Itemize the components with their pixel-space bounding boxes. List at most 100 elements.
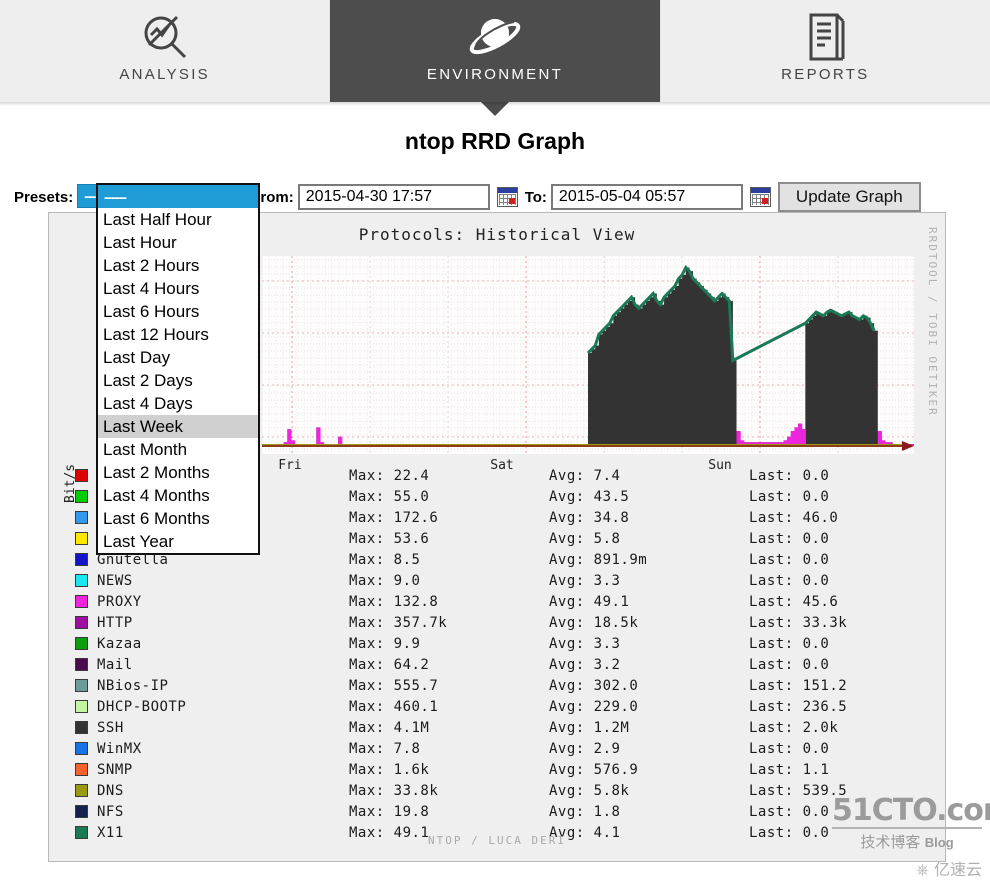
stat-row: Max: 172.6 Avg: 34.8 Last: 46.0 <box>349 507 909 528</box>
presets-dropdown-list[interactable]: ------ Last Half Hour Last Hour Last 2 Hou… <box>96 183 260 555</box>
stat-max: Max: 8.5 <box>349 551 421 568</box>
stat-max: Max: 22.4 <box>349 467 430 484</box>
presets-option[interactable]: Last 2 Hours <box>98 254 258 277</box>
from-calendar-icon[interactable] <box>496 187 518 207</box>
stat-avg: Avg: 891.9m <box>549 551 648 568</box>
legend-color-swatch <box>75 574 88 587</box>
nav-tab-environment[interactable]: ENVIRONMENT <box>330 0 661 116</box>
presets-option[interactable]: Last Half Hour <box>98 208 258 231</box>
legend-row: DNS <box>75 780 375 801</box>
stat-max: Max: 1.6k <box>349 761 430 778</box>
stat-max: Max: 132.8 <box>349 593 439 610</box>
presets-option[interactable]: Last Year <box>98 530 258 553</box>
stat-avg: Avg: 576.9 <box>549 761 639 778</box>
legend-color-swatch <box>75 805 88 818</box>
legend-row: NFS <box>75 801 375 822</box>
legend-row: NBios-IP <box>75 675 375 696</box>
from-date-input[interactable] <box>297 184 490 210</box>
presets-option[interactable]: Last 4 Hours <box>98 277 258 300</box>
update-graph-button[interactable]: Update Graph <box>777 182 921 212</box>
stat-max: Max: 357.7k <box>349 614 448 631</box>
stat-last: Last: 0.0 <box>749 530 830 547</box>
legend-protocol-label: NEWS <box>97 572 133 589</box>
stat-avg: Avg: 3.3 <box>549 572 621 589</box>
site-watermark-yisuyun: ⎈ 亿速云 <box>832 856 982 880</box>
nav-tab-analysis[interactable]: ANALYSIS <box>0 0 331 102</box>
nav-tab-analysis-label: ANALYSIS <box>119 66 210 83</box>
calendar-header <box>497 188 517 193</box>
to-calendar-icon[interactable] <box>749 187 771 207</box>
legend-row: DHCP-BOOTP <box>75 696 375 717</box>
stat-last: Last: 1.1 <box>749 761 830 778</box>
legend-protocol-label: Mail <box>97 656 133 673</box>
graph-statistics: Max: 22.4 Avg: 7.4 Last: 0.0 Max: 55.0 Avg: … <box>349 465 909 843</box>
to-date-input[interactable] <box>550 184 743 210</box>
presets-option[interactable]: Last 6 Hours <box>98 300 258 323</box>
stat-max: Max: 19.8 <box>349 803 430 820</box>
legend-protocol-label: SSH <box>97 719 124 736</box>
legend-row: HTTP <box>75 612 375 633</box>
stat-avg: Avg: 229.0 <box>549 698 639 715</box>
presets-option[interactable]: Last 6 Months <box>98 507 258 530</box>
presets-option[interactable]: Last 4 Months <box>98 484 258 507</box>
legend-color-swatch <box>75 616 88 629</box>
presets-option[interactable]: Last 2 Days <box>98 369 258 392</box>
stat-last: Last: 45.6 <box>749 593 839 610</box>
legend-row: SNMP <box>75 759 375 780</box>
presets-option[interactable]: Last Day <box>98 346 258 369</box>
stat-row: Max: 460.1 Avg: 229.0 Last: 236.5 <box>349 696 909 717</box>
main-navigation: ANALYSIS ENVIRONMENT REPORTS <box>0 0 990 116</box>
stat-last: Last: 46.0 <box>749 509 839 526</box>
stat-row: Max: 8.5 Avg: 891.9m Last: 0.0 <box>349 549 909 570</box>
stat-max: Max: 55.0 <box>349 488 430 505</box>
stat-avg: Avg: 5.8k <box>549 782 630 799</box>
legend-protocol-label: PROXY <box>97 593 142 610</box>
presets-option[interactable]: Last Week <box>98 415 258 438</box>
legend-protocol-label: WinMX <box>97 740 142 757</box>
stat-avg: Avg: 2.9 <box>549 740 621 757</box>
presets-option[interactable]: Last 4 Days <box>98 392 258 415</box>
stat-last: Last: 2.0k <box>749 719 839 736</box>
legend-color-swatch <box>75 784 88 797</box>
stat-max: Max: 53.6 <box>349 530 430 547</box>
stat-row: Max: 33.8k Avg: 5.8k Last: 539.5 <box>349 780 909 801</box>
stat-row: Max: 9.9 Avg: 3.3 Last: 0.0 <box>349 633 909 654</box>
stat-avg: Avg: 7.4 <box>549 467 621 484</box>
stat-max: Max: 9.0 <box>349 572 421 589</box>
stat-row: Max: 9.0 Avg: 3.3 Last: 0.0 <box>349 570 909 591</box>
stat-row: Max: 22.4 Avg: 7.4 Last: 0.0 <box>349 465 909 486</box>
calendar-marker <box>761 198 768 204</box>
stat-last: Last: 0.0 <box>749 488 830 505</box>
legend-color-swatch <box>75 742 88 755</box>
watermark-site-blog: Blog <box>924 835 954 850</box>
stat-row: Max: 132.8 Avg: 49.1 Last: 45.6 <box>349 591 909 612</box>
stat-row: Max: 19.8 Avg: 1.8 Last: 0.0 <box>349 801 909 822</box>
stat-last: Last: 0.0 <box>749 635 830 652</box>
presets-option[interactable]: Last Hour <box>98 231 258 254</box>
stat-row: Max: 53.6 Avg: 5.8 Last: 0.0 <box>349 528 909 549</box>
legend-row: PROXY <box>75 591 375 612</box>
presets-option[interactable]: Last 12 Hours <box>98 323 258 346</box>
presets-dropdown-selected[interactable]: ------ <box>98 185 258 208</box>
legend-protocol-label: NBios-IP <box>97 677 169 694</box>
calendar-marker <box>508 198 515 204</box>
rrdtool-watermark: RRDTOOL / TOBI OETIKER <box>926 227 939 417</box>
stat-max: Max: 33.8k <box>349 782 439 799</box>
stat-row: Max: 1.6k Avg: 576.9 Last: 1.1 <box>349 759 909 780</box>
presets-option[interactable]: Last 2 Months <box>98 461 258 484</box>
watermark-cloud-icon: ⎈ <box>916 860 929 879</box>
stat-avg: Avg: 43.5 <box>549 488 630 505</box>
nav-tab-reports[interactable]: REPORTS <box>660 0 990 102</box>
graph-plot-area <box>261 256 917 454</box>
stat-last: Last: 236.5 <box>749 698 848 715</box>
legend-color-swatch <box>75 700 88 713</box>
legend-row: NEWS <box>75 570 375 591</box>
legend-color-swatch <box>75 490 88 503</box>
stat-max: Max: 7.8 <box>349 740 421 757</box>
graph-plot-svg <box>261 256 917 454</box>
presets-option[interactable]: Last Month <box>98 438 258 461</box>
stat-last: Last: 151.2 <box>749 677 848 694</box>
watermark-site-cn: 技术博客 <box>860 833 921 851</box>
legend-color-swatch <box>75 595 88 608</box>
legend-row: Kazaa <box>75 633 375 654</box>
